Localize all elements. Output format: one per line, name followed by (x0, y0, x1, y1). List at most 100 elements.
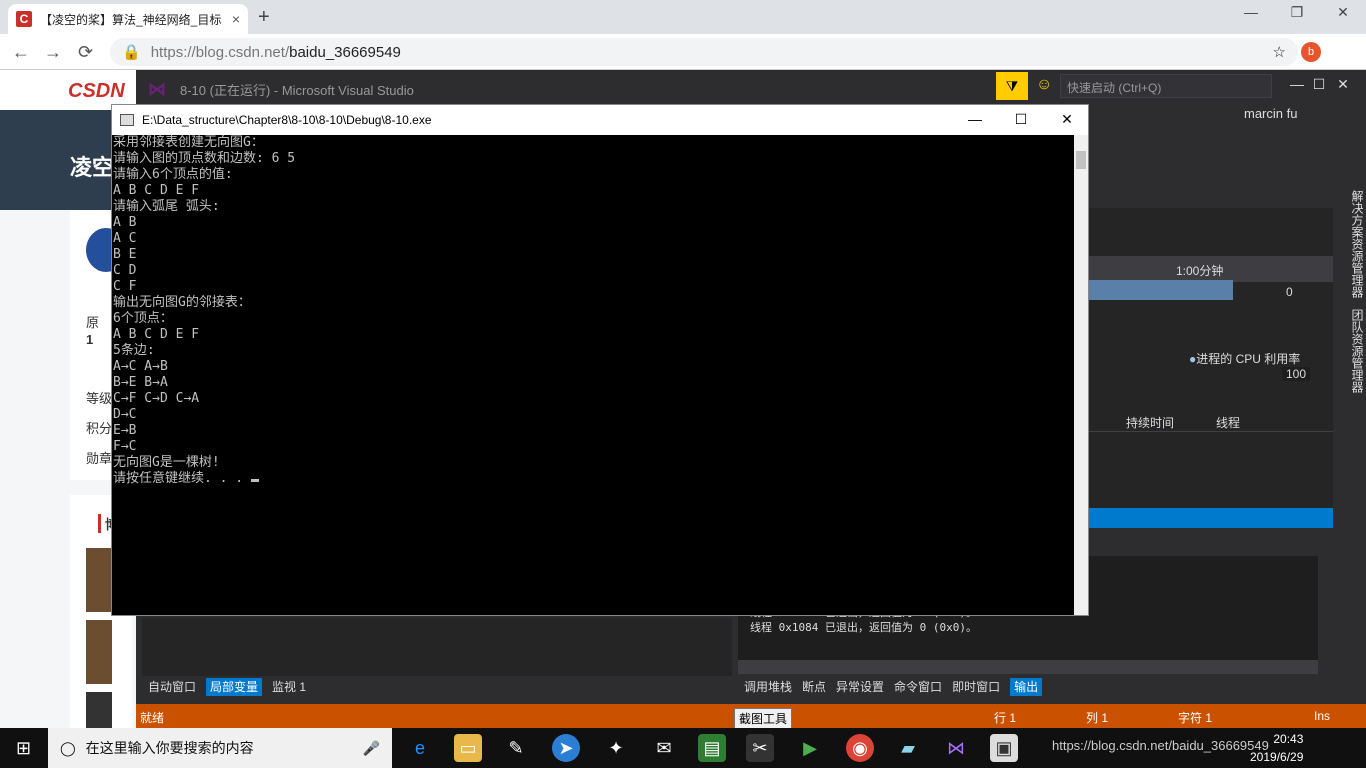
diagnostic-timeline[interactable]: 1:00分钟 (1088, 256, 1333, 282)
diagnostic-tools-header (1088, 190, 1333, 208)
csdn-logo[interactable]: CSDN (68, 80, 125, 103)
console-line: E→B (113, 423, 137, 438)
url-host: https://blog.csdn.net/ (150, 43, 290, 61)
visual-studio-taskbar-icon[interactable]: ⋈ (942, 734, 970, 762)
feather-app-icon[interactable]: ✦ (602, 734, 630, 762)
console-close-button[interactable]: ✕ (1044, 111, 1090, 128)
tab-locals[interactable]: 局部变量 (206, 678, 263, 696)
lock-icon: 🔒 (122, 44, 141, 61)
file-explorer-icon[interactable]: ▭ (454, 734, 482, 762)
console-line: A B C D E F (113, 327, 200, 342)
edge-icon[interactable]: e (406, 734, 434, 762)
browser-tabstrip: C 【凌空的桨】算法_神经网络_目标 × + — ❐ ✕ (0, 0, 1366, 34)
tab-autos[interactable]: 自动窗口 (148, 678, 196, 696)
status-ins: Ins (1314, 709, 1331, 723)
col-duration[interactable]: 持续时间 (1126, 414, 1174, 431)
taskbar-clock[interactable]: 20:43 2019/6/29 (1250, 730, 1303, 766)
address-bar[interactable]: 🔒 https://blog.csdn.net/baidu_36669549 ☆ (110, 38, 1298, 66)
browser-toolbar: ← → ⟳ 🔒 https://blog.csdn.net/baidu_3666… (0, 34, 1366, 70)
output-line: 线程 0x1084 已退出，返回值为 0 (0x0)。 (750, 621, 977, 634)
tab-solution-explorer[interactable]: 解决方案资源管理器 (1342, 186, 1366, 302)
app-icon[interactable]: ➤ (552, 734, 580, 762)
console-line: F→C (113, 439, 137, 454)
console-scrollbar[interactable] (1074, 135, 1088, 615)
bookmark-star-icon[interactable]: ☆ (1273, 43, 1286, 61)
close-window-button[interactable]: ✕ (1320, 4, 1366, 26)
paint-icon[interactable]: ✎ (502, 734, 530, 762)
output-hscrollbar[interactable] (738, 660, 1318, 674)
tab-breakpoints[interactable]: 断点 (802, 678, 826, 696)
console-line: C F (113, 279, 137, 294)
console-app-icon (120, 114, 134, 126)
tab-call-stack[interactable]: 调用堆栈 (744, 678, 792, 696)
taskbar-search-box[interactable]: ◯ 在这里输入你要搜索的内容 🎤 (48, 728, 392, 768)
notes-app-icon[interactable]: ▰ (894, 734, 922, 762)
feedback-smiley-icon[interactable]: ☺ (1036, 76, 1052, 94)
tab-exception-settings[interactable]: 异常设置 (836, 678, 884, 696)
status-ready: 就绪 (140, 711, 165, 725)
windows-start-icon[interactable]: ⊞ (16, 738, 31, 759)
chrome-icon[interactable]: ◉ (846, 734, 874, 762)
tray-overlay-text: https://blog.csdn.net/baidu_36669549 (1052, 738, 1269, 753)
tab-output[interactable]: 输出 (1010, 678, 1043, 696)
chart-app-icon[interactable]: ▤ (698, 734, 726, 762)
profile-avatar[interactable]: b (1301, 42, 1321, 62)
cpu-usage-bar (1088, 280, 1233, 300)
console-titlebar: E:\Data_structure\Chapter8\8-10\8-10\Deb… (112, 105, 1088, 135)
side-item-level: 等级 (86, 391, 113, 406)
cortana-icon: ◯ (60, 739, 76, 756)
url-path: baidu_36669549 (289, 43, 401, 61)
tab-watch1[interactable]: 监视 1 (272, 678, 306, 696)
media-player-icon[interactable]: ▶ (796, 734, 824, 762)
maximize-button[interactable]: ❐ (1274, 4, 1320, 26)
vs-user-account[interactable]: marcin fu (1244, 106, 1297, 121)
tab-title: 【凌空的桨】算法_神经网络_目标 (40, 12, 222, 27)
console-line: 请输入6个顶点的值: (113, 167, 233, 182)
console-line: B E (113, 247, 137, 262)
console-line: 请输入弧尾 弧头: (113, 199, 220, 214)
console-line: C→F C→D C→A (113, 391, 200, 406)
console-line: A C (113, 231, 137, 246)
cpu-legend: ●进程的 CPU 利用率 (1189, 352, 1301, 366)
console-line: 请输入图的顶点数和边数: 6 5 (113, 151, 296, 166)
notification-filter-icon[interactable]: ⧩ (996, 72, 1028, 100)
mail-icon[interactable]: ✉ (650, 734, 678, 762)
back-button[interactable]: ← (12, 42, 30, 63)
console-maximize-button[interactable]: ☐ (998, 111, 1044, 128)
console-scroll-thumb[interactable] (1076, 151, 1086, 169)
console-output[interactable]: 采用邻接表创建无向图G： 请输入图的顶点数和边数: 6 5 请输入6个顶点的值: A … (112, 135, 1074, 615)
minimize-button[interactable]: — (1228, 4, 1274, 26)
blog-thumbnail[interactable] (86, 620, 112, 684)
console-line: 6个顶点： (113, 311, 173, 326)
col-thread[interactable]: 线程 (1216, 414, 1240, 431)
console-cursor (250, 479, 259, 482)
blog-thumbnail[interactable] (86, 548, 112, 612)
console-line: A B C D E F (113, 183, 200, 198)
blog-thumbnail[interactable] (86, 692, 112, 728)
tab-command-window[interactable]: 命令窗口 (894, 678, 942, 696)
vs-close-button[interactable]: ✕ (1320, 76, 1366, 98)
tab-close-icon[interactable]: × (232, 11, 240, 27)
new-tab-button[interactable]: + (258, 6, 270, 29)
browser-tab[interactable]: C 【凌空的桨】算法_神经网络_目标 × (8, 4, 248, 34)
microphone-icon[interactable]: 🎤 (363, 740, 380, 757)
output-toolbar (1088, 528, 1333, 558)
forward-button[interactable]: → (44, 42, 62, 63)
console-minimize-button[interactable]: — (952, 111, 998, 127)
console-line: 输出无向图G的邻接表： (113, 295, 251, 310)
console-line: 无向图G是一棵树! (113, 455, 220, 470)
reload-button[interactable]: ⟳ (78, 42, 93, 63)
console-line: A→C A→B (113, 359, 168, 374)
console-line: 5条边: (113, 343, 155, 358)
vs-titlebar: ⋈ 8-10 (正在运行) - Microsoft Visual Studio … (136, 70, 1366, 106)
cpu-max-label: 100 (1282, 367, 1311, 381)
console-taskbar-icon[interactable]: ▣ (990, 734, 1018, 762)
debug-left-tabs: 自动窗口 局部变量 监视 1 (142, 676, 732, 698)
tab-team-explorer[interactable]: 团队资源管理器 (1342, 305, 1366, 397)
tab-immediate-window[interactable]: 即时窗口 (952, 678, 1000, 696)
side-item-points: 积分 (86, 421, 113, 436)
console-line: 请按任意键继续. . . (113, 471, 251, 486)
snipping-tool-icon[interactable]: ✂ (746, 734, 774, 762)
quick-launch-input[interactable]: 快速启动 (Ctrl+Q) (1060, 74, 1272, 98)
console-line: B→E B→A (113, 375, 168, 390)
